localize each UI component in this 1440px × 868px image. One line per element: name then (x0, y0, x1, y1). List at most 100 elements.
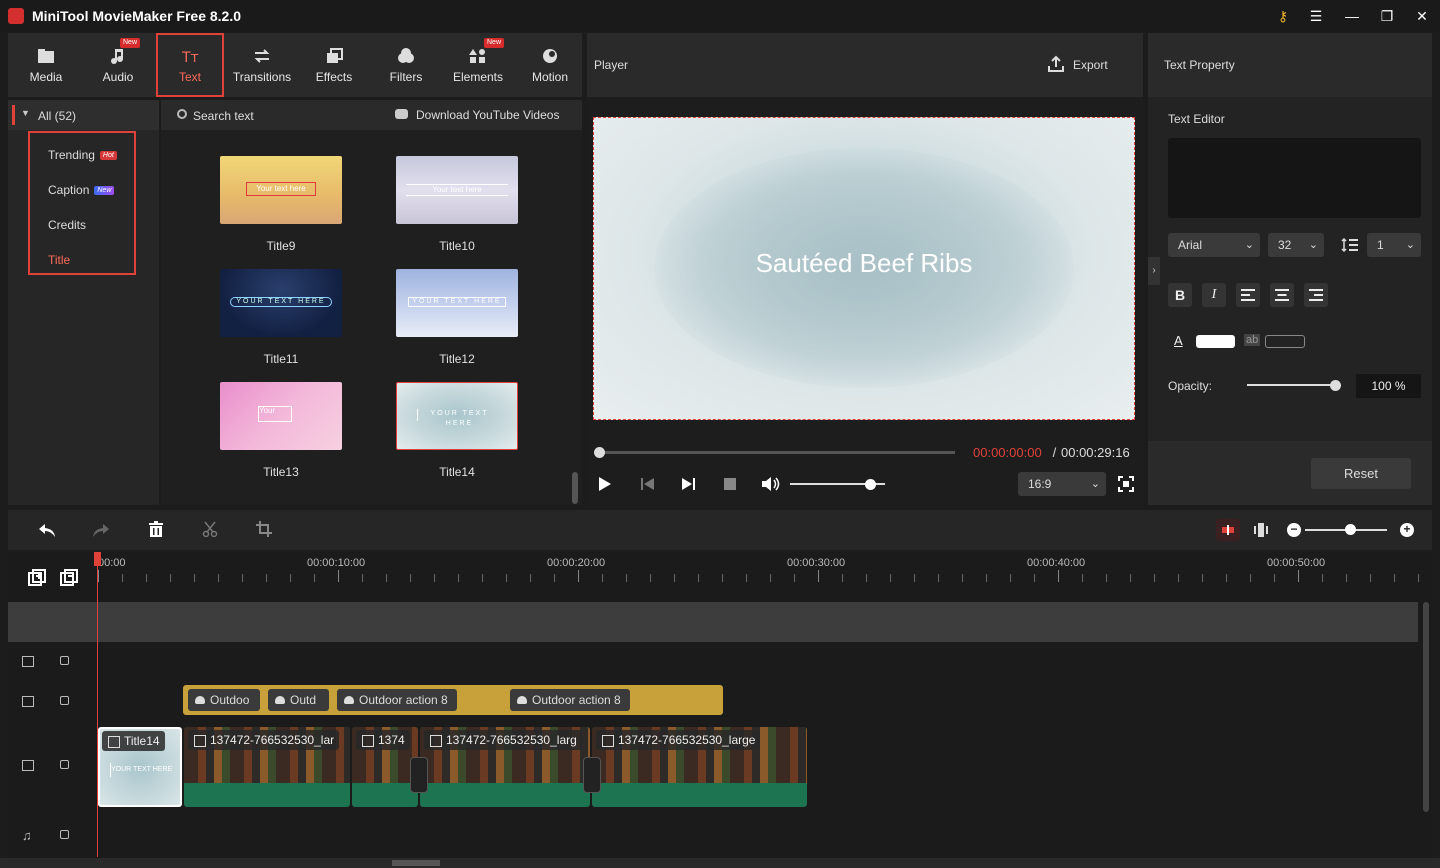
close-icon[interactable]: ✕ (1411, 6, 1433, 26)
fullscreen-icon[interactable] (1118, 476, 1134, 492)
maximize-icon[interactable]: ❐ (1376, 6, 1398, 26)
filters-icon (398, 48, 414, 63)
thumb-caption: Your (258, 406, 292, 422)
font-size-select[interactable]: 32 ⌄ (1268, 233, 1324, 257)
effect-clip[interactable]: Outd (268, 689, 329, 711)
template-thumb-title12[interactable]: YOUR TEXT HERE (396, 269, 518, 337)
empty-track-area[interactable] (8, 602, 1418, 642)
zoom-in-icon[interactable]: + (1400, 523, 1414, 537)
ruler-label: 00:00:30:00 (787, 557, 846, 569)
horizontal-scrollbar[interactable] (392, 860, 440, 866)
video-clip[interactable]: 137472-766532530_large (592, 727, 807, 807)
category-label: Trending (48, 148, 95, 162)
category-title[interactable]: Title (48, 253, 70, 267)
tab-media[interactable]: Media (10, 33, 82, 97)
crop-icon[interactable] (256, 521, 272, 537)
timeline-scrollbar[interactable] (1423, 602, 1429, 812)
tab-elements[interactable]: New Elements (442, 33, 514, 97)
opacity-input[interactable]: 100 % (1356, 374, 1421, 398)
ruler-tick (578, 570, 579, 582)
tab-transitions[interactable]: Transitions (226, 33, 298, 97)
zoom-out-icon[interactable]: − (1287, 523, 1301, 537)
ruler-tick (1082, 574, 1083, 582)
reset-button[interactable]: Reset (1311, 458, 1411, 489)
ruler-tick (338, 570, 339, 582)
zoom-knob[interactable] (1344, 524, 1356, 535)
menu-icon[interactable]: ☰ (1305, 6, 1327, 26)
opacity-track[interactable] (1247, 384, 1335, 386)
ruler-tick (122, 574, 123, 582)
time-ruler[interactable]: 00:00 00:00:10:00 00:00:20:00 00:00:30:0… (98, 552, 1419, 598)
text-clip[interactable]: Title14 YOUR TEXT HERE (98, 727, 182, 807)
playhead-handle[interactable] (94, 552, 101, 566)
video-clip[interactable]: 137472-766532530_lar (184, 727, 350, 807)
opacity-knob[interactable] (1329, 380, 1341, 391)
tab-filters[interactable]: Filters (370, 33, 442, 97)
delete-icon[interactable] (149, 521, 163, 537)
volume-icon[interactable] (761, 476, 781, 492)
snap-toggle[interactable] (1216, 519, 1240, 541)
tab-motion[interactable]: Motion (514, 33, 586, 97)
collapse-handle[interactable]: › (1148, 257, 1160, 285)
template-thumb-title13[interactable]: Your (220, 382, 342, 450)
template-thumb-title9[interactable]: Your text here (220, 156, 342, 224)
lock-icon[interactable] (60, 696, 69, 705)
lock-icon[interactable] (60, 656, 69, 665)
category-caption[interactable]: Caption New (48, 183, 115, 197)
video-preview[interactable]: Sautéed Beef Ribs (593, 117, 1135, 420)
undo-icon[interactable] (38, 522, 56, 538)
video-clip[interactable]: 1374 (352, 727, 418, 807)
lock-icon[interactable] (60, 830, 69, 839)
search-input[interactable]: Search text (193, 109, 254, 123)
redo-icon[interactable] (92, 522, 110, 538)
play-icon[interactable] (598, 476, 612, 492)
tab-text[interactable]: Tт Text (156, 33, 224, 97)
stop-icon[interactable] (724, 478, 736, 490)
tab-effects[interactable]: Effects (298, 33, 370, 97)
align-right-icon[interactable] (1304, 283, 1328, 307)
effect-clip[interactable]: Outdoo (188, 689, 260, 711)
template-label: Title14 (439, 465, 475, 479)
transition-marker[interactable] (410, 757, 428, 793)
aspect-ratio-select[interactable]: 16:9 ⌄ (1018, 472, 1106, 496)
effect-clip[interactable]: Outdoor action 8 (510, 689, 630, 711)
tab-audio[interactable]: New Audio (82, 33, 154, 97)
effect-clip[interactable]: Outdoor action 8 (337, 689, 457, 711)
volume-knob[interactable] (865, 479, 877, 490)
progress-knob[interactable] (593, 447, 605, 458)
previous-frame-icon[interactable] (640, 477, 656, 491)
key-icon[interactable]: ⚷ (1272, 6, 1294, 26)
remove-track-icon[interactable] (60, 569, 78, 587)
italic-button[interactable]: I (1202, 283, 1226, 307)
timeline-toolbar: − + (8, 510, 1432, 550)
line-spacing-select[interactable]: 1 ⌄ (1367, 233, 1421, 257)
bold-button[interactable]: B (1168, 283, 1192, 307)
video-clip[interactable]: 137472-766532530_larg (420, 727, 590, 807)
template-thumb-title10[interactable]: Your text here (396, 156, 518, 224)
text-editor-field[interactable] (1168, 138, 1421, 218)
category-credits[interactable]: Credits (48, 218, 86, 232)
add-track-icon[interactable] (28, 569, 46, 587)
align-left-icon[interactable] (1236, 283, 1260, 307)
next-frame-icon[interactable] (680, 477, 696, 491)
hot-badge: Hot (99, 151, 117, 161)
font-color-swatch[interactable] (1196, 335, 1235, 348)
template-thumb-title14[interactable]: YOUR TEXT HERE (396, 382, 518, 450)
progress-track[interactable] (599, 451, 955, 454)
transition-marker[interactable] (583, 757, 601, 793)
fit-timeline-icon[interactable] (1254, 521, 1268, 539)
template-thumb-title11[interactable]: YOUR TEXT HERE (220, 269, 342, 337)
download-youtube-link[interactable]: Download YouTube Videos (416, 108, 559, 122)
playhead[interactable] (97, 552, 98, 857)
time-separator: / (1049, 445, 1060, 460)
category-all[interactable]: ▼ All (52) (8, 100, 159, 130)
lock-icon[interactable] (60, 760, 69, 769)
minimize-icon[interactable]: — (1341, 6, 1363, 26)
grid-scrollbar[interactable] (572, 472, 578, 504)
font-family-select[interactable]: Arial ⌄ (1168, 233, 1260, 257)
align-center-icon[interactable] (1270, 283, 1294, 307)
category-trending[interactable]: Trending Hot (48, 148, 117, 162)
background-color-swatch[interactable] (1265, 335, 1305, 348)
split-icon[interactable] (202, 521, 218, 537)
preview-text[interactable]: Sautéed Beef Ribs (594, 248, 1134, 279)
